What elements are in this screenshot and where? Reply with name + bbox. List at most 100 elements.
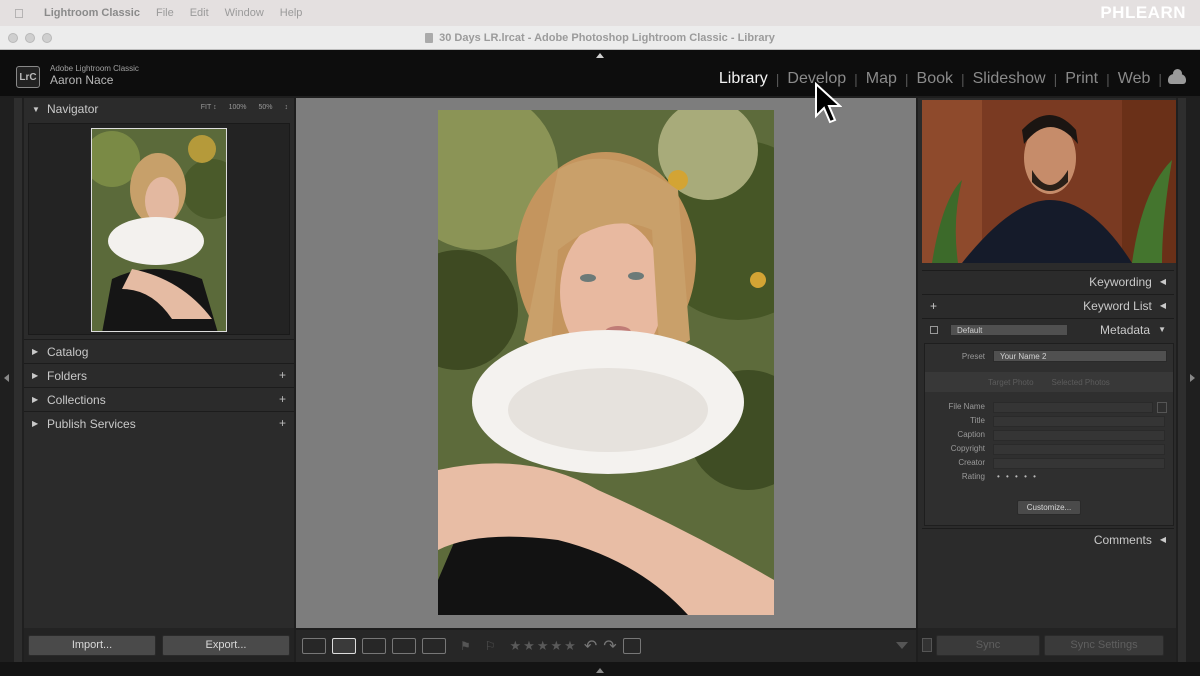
menu-help[interactable]: Help	[280, 7, 303, 19]
zoom-more-option[interactable]: ↕	[285, 104, 289, 111]
navigator-label: Navigator	[47, 102, 99, 116]
loupe-view[interactable]	[296, 98, 916, 628]
zoom-fit-option[interactable]: FIT ↕	[201, 104, 217, 111]
star-rating[interactable]: ★★★★★	[510, 638, 578, 654]
keyword-list-header[interactable]: + Keyword List ◀	[922, 294, 1174, 316]
creator-field[interactable]	[993, 458, 1165, 469]
metadata-view-dropdown[interactable]: Default	[950, 324, 1068, 336]
catalog-section[interactable]: ▶ Catalog	[24, 339, 294, 363]
menu-window[interactable]: Window	[225, 7, 264, 19]
main-photo[interactable]	[438, 110, 774, 615]
title-label: Title	[970, 416, 985, 425]
menu-edit[interactable]: Edit	[190, 7, 209, 19]
comments-header[interactable]: Comments ◀	[922, 528, 1174, 550]
collapse-triangle-icon: ▼	[32, 104, 40, 114]
right-panel-footer: Sync Sync Settings	[918, 628, 1176, 662]
add-publish-service-icon[interactable]: +	[279, 416, 286, 430]
compare-view-icon[interactable]	[362, 638, 386, 654]
zoom-100-option[interactable]: 100%	[229, 104, 247, 111]
zoom-50-option[interactable]: 50%	[258, 104, 272, 111]
target-photo-option[interactable]: Target Photo	[988, 378, 1033, 387]
navigator-preview	[28, 123, 290, 335]
keywording-header[interactable]: Keywording ◀	[922, 270, 1174, 292]
user-name: Aaron Nace	[50, 73, 114, 87]
menu-file[interactable]: File	[156, 7, 174, 19]
metadata-header[interactable]: Default Metadata ▼	[922, 318, 1174, 340]
module-picker: Library | Develop | Map | Book | Slideshow | …	[711, 69, 1186, 88]
presenter-video-image	[922, 100, 1176, 263]
module-map[interactable]: Map	[858, 70, 905, 88]
folders-label: Folders	[47, 368, 88, 383]
collapse-triangle-icon: ▼	[1158, 325, 1166, 334]
presenter-webcam	[922, 100, 1176, 263]
module-print[interactable]: Print	[1057, 70, 1106, 88]
right-panel: Keywording ◀ + Keyword List ◀ Default Meta…	[918, 98, 1176, 662]
zoom-window-button[interactable]	[42, 33, 52, 43]
file-name-action-icon[interactable]	[1157, 402, 1167, 413]
module-library[interactable]: Library	[711, 70, 776, 88]
module-slideshow[interactable]: Slideshow	[965, 70, 1054, 88]
preset-dropdown[interactable]: Your Name 2	[993, 350, 1167, 362]
document-icon	[425, 32, 434, 43]
selected-photos-option[interactable]: Selected Photos	[1052, 378, 1110, 387]
navigator-thumbnail[interactable]	[91, 128, 227, 332]
file-name-label: File Name	[948, 402, 985, 411]
library-toolbar: ⚑ ⚐ ★★★★★ ↶ ↷	[296, 630, 916, 662]
publish-services-section[interactable]: ▶ Publish Services +	[24, 411, 294, 435]
macos-menubar:  Lightroom Classic File Edit Window Hel…	[0, 0, 1200, 26]
collections-section[interactable]: ▶ Collections +	[24, 387, 294, 411]
rating-label: Rating	[961, 472, 985, 481]
module-book[interactable]: Book	[909, 70, 961, 88]
rotate-right-icon[interactable]: ↷	[603, 636, 616, 656]
expand-triangle-icon: ▶	[32, 419, 39, 428]
add-keyword-icon[interactable]: +	[930, 299, 937, 313]
sync-button[interactable]: Sync	[936, 634, 1040, 656]
loupe-view-icon[interactable]	[332, 638, 356, 654]
publish-services-label: Publish Services	[47, 416, 136, 431]
caption-label: Caption	[957, 430, 985, 439]
apple-icon[interactable]: 	[14, 6, 30, 21]
close-window-button[interactable]	[8, 33, 18, 43]
caption-field[interactable]	[993, 430, 1165, 441]
right-panel-toggle-icon[interactable]	[1190, 374, 1195, 382]
keyword-list-label: Keyword List	[1083, 298, 1152, 313]
survey-view-icon[interactable]	[392, 638, 416, 654]
customize-button[interactable]: Customize...	[1017, 500, 1081, 515]
metadata-view-dropdown-value: Default	[957, 325, 983, 335]
sync-settings-button[interactable]: Sync Settings	[1044, 634, 1164, 656]
comments-label: Comments	[1093, 532, 1152, 547]
grid-view-icon[interactable]	[302, 638, 326, 654]
target-toggle: Target Photo Selected Photos	[925, 372, 1173, 392]
product-name: Adobe Lightroom Classic	[50, 64, 139, 73]
minimize-window-button[interactable]	[25, 33, 35, 43]
import-button[interactable]: Import...	[28, 634, 156, 656]
copyright-field[interactable]	[993, 444, 1165, 455]
navigator-header[interactable]: ▼ Navigator FIT ↕ 100% 50% ↕	[24, 98, 294, 120]
module-web[interactable]: Web	[1110, 70, 1159, 88]
flag-icon[interactable]: ⚑	[460, 639, 471, 653]
window-controls	[8, 33, 52, 43]
add-collection-icon[interactable]: +	[279, 392, 286, 406]
toolbar-options-chevron-icon[interactable]	[896, 642, 908, 649]
filmstrip-edge	[0, 662, 1200, 676]
left-panel-scrollbar[interactable]	[14, 98, 22, 662]
rating-dots[interactable]: • • • • •	[997, 472, 1038, 481]
title-field[interactable]	[993, 416, 1165, 427]
rotate-left-icon[interactable]: ↶	[584, 636, 597, 656]
cloud-sync-icon[interactable]	[1168, 69, 1186, 84]
keywording-label: Keywording	[1089, 274, 1152, 289]
people-view-icon[interactable]	[422, 638, 446, 654]
menu-app-name[interactable]: Lightroom Classic	[44, 7, 140, 19]
file-name-field[interactable]	[993, 402, 1153, 413]
sync-toggle-icon[interactable]	[922, 638, 932, 652]
reject-flag-icon[interactable]: ⚐	[485, 639, 496, 653]
top-panel-toggle[interactable]	[596, 53, 604, 58]
metadata-panel: Preset Your Name 2 Target Photo Selected…	[924, 343, 1174, 526]
right-panel-scrollbar[interactable]	[1178, 98, 1186, 662]
filmstrip-toggle-icon[interactable]	[596, 668, 604, 673]
left-panel-toggle-icon[interactable]	[4, 374, 9, 382]
crop-overlay-icon[interactable]	[622, 638, 641, 654]
add-folder-icon[interactable]: +	[279, 368, 286, 382]
export-button[interactable]: Export...	[162, 634, 290, 656]
folders-section[interactable]: ▶ Folders +	[24, 363, 294, 387]
